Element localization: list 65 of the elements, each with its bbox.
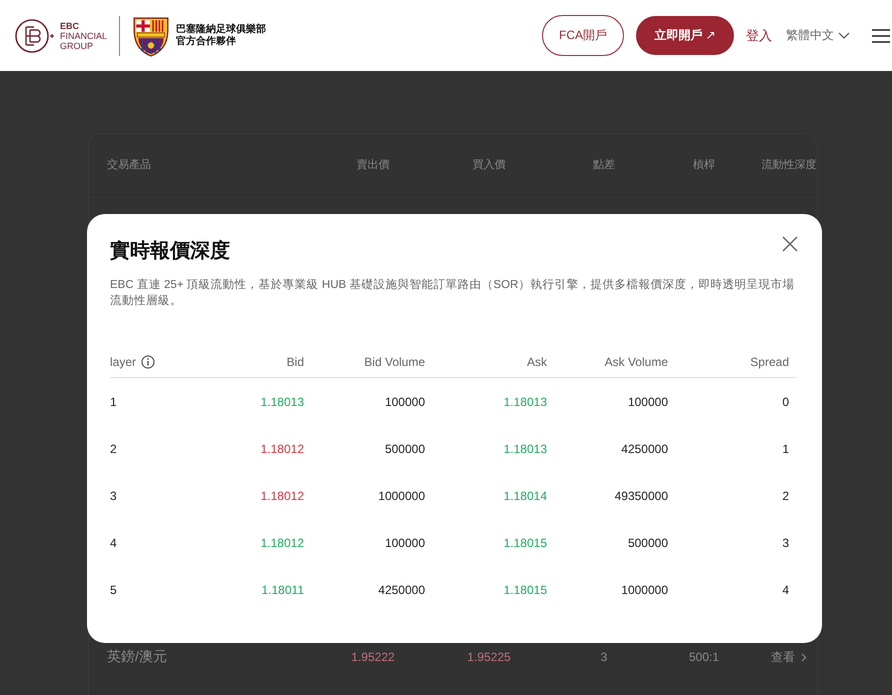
column-header: 賣出價	[356, 158, 390, 172]
spread-cell-text: 3	[781, 536, 789, 550]
ask-price: 1.18015	[502, 582, 547, 596]
spread-cell-text: 1	[781, 442, 789, 456]
ask-price: 1.18015	[502, 536, 547, 550]
bid-price: 1.18012	[260, 536, 304, 550]
buy-price: 1.95225	[466, 650, 512, 664]
spread-cell-text: 0	[781, 394, 789, 408]
chevron-right-icon	[801, 652, 807, 662]
column-header: 槓桿	[692, 158, 716, 172]
layer-cell-text: 2	[110, 442, 118, 456]
ask-price: 1.18013	[502, 442, 547, 456]
info-icon[interactable]	[141, 355, 156, 369]
spread-cell-text: 2	[781, 488, 789, 502]
ask-volume-cell-text: 500000	[626, 536, 668, 550]
bid-price: 1.18012	[260, 488, 304, 502]
layer-cell-text: 4	[110, 536, 118, 550]
ask-volume-cell-text: 4250000	[620, 442, 668, 456]
brand-wordmark-line: EBC	[60, 20, 80, 30]
ask-volume-cell-text: 100000	[626, 394, 668, 408]
club-crest-icon	[132, 14, 170, 56]
chevron-down-icon	[838, 32, 850, 40]
spread-cell-text: 3	[600, 650, 608, 664]
partner-caption-line: 巴塞隆納足球俱樂部	[176, 24, 266, 35]
column-header: Ask	[526, 355, 547, 369]
fca-account-button[interactable]: FCA開戶	[542, 15, 624, 56]
partner-caption-line: 官方合作夥伴	[176, 36, 238, 48]
bid-price: 1.18012	[260, 442, 304, 456]
column-header: Spread	[749, 355, 789, 369]
leverage-cell-text: 500:1	[688, 650, 720, 664]
ask-price: 1.18013	[502, 394, 547, 408]
column-header: 買入價	[472, 158, 506, 172]
column-header: layer	[110, 355, 136, 369]
dialog-title: 實時報價深度	[110, 238, 230, 264]
bid-volume-cell-text: 1000000	[377, 488, 425, 502]
bid-volume-cell-text: 4250000	[377, 582, 425, 596]
column-header: 流動性深度	[760, 158, 818, 172]
brand-wordmark-line: GROUP	[60, 40, 94, 50]
layer-cell-text: 3	[110, 488, 118, 502]
layer-cell-text: 1	[110, 394, 118, 408]
bid-volume-cell-text: 500000	[384, 442, 425, 456]
bid-price: 1.18011	[260, 582, 304, 596]
ask-volume-cell-text: 49350000	[614, 488, 668, 502]
login-link[interactable]: 登入	[746, 26, 772, 44]
bid-volume-cell-text: 100000	[384, 394, 425, 408]
column-header: Bid	[286, 355, 304, 369]
bid-volume-cell-text: 100000	[384, 536, 425, 550]
language-selector[interactable]: 繁體中文	[786, 27, 850, 44]
bid-price: 1.18013	[260, 394, 304, 408]
column-header: Bid Volume	[363, 355, 425, 369]
open-account-button[interactable]: 立即開戶 ↗	[636, 16, 734, 55]
layer-cell-text: 5	[110, 582, 118, 596]
column-header: Ask Volume	[604, 355, 668, 369]
ask-price: 1.18014	[502, 488, 547, 502]
ask-volume-cell-text: 1000000	[620, 582, 668, 596]
column-header: 交易產品	[107, 158, 152, 172]
close-icon[interactable]	[782, 236, 798, 252]
view-link[interactable]: 查看	[749, 648, 829, 666]
product-name: 英鎊/澳元	[107, 648, 168, 666]
dialog-description: EBC 直連 25+ 頂級流動性，基於專業級 HUB 基礎設施與智能訂單路由（SOR）執行引擎，提供多檔報價深度，即時透明呈現市場流動性層級。	[110, 277, 796, 309]
spread-cell-text: 4	[781, 582, 789, 596]
sell-price: 1.95222	[350, 650, 396, 664]
menu-icon[interactable]	[872, 28, 890, 42]
column-header: 點差	[592, 158, 616, 172]
brand-wordmark-line: FINANCIAL	[60, 30, 108, 40]
